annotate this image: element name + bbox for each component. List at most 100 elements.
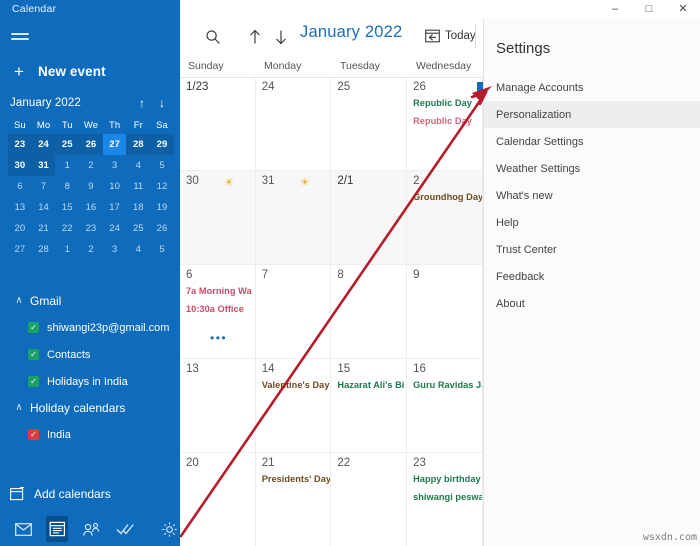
settings-item-weather-settings[interactable]: Weather Settings (484, 155, 700, 182)
mini-cal-day[interactable]: 25 (55, 134, 80, 155)
mini-cal-day[interactable]: 6 (8, 176, 32, 197)
arrow-up-icon[interactable]: ↑ (132, 97, 152, 109)
next-month-arrow-down-icon[interactable] (270, 24, 292, 50)
mini-cal-day[interactable]: 31 (31, 155, 56, 176)
mini-cal-day[interactable]: 26 (79, 134, 103, 155)
day-cell[interactable]: 21 Presidents' Day (256, 453, 332, 546)
search-icon[interactable] (200, 24, 226, 50)
mini-cal-day[interactable]: 19 (150, 197, 174, 218)
mini-cal-day[interactable]: 11 (126, 176, 150, 197)
calendar-event[interactable]: Republic Day (413, 116, 472, 126)
arrow-down-icon[interactable]: ↓ (152, 97, 172, 109)
settings-item-calendar-settings[interactable]: Calendar Settings (484, 128, 700, 155)
day-cell[interactable]: 31 ☀ (255, 171, 332, 265)
people-icon[interactable] (80, 516, 102, 542)
calendar-event[interactable]: Happy birthday (413, 474, 481, 484)
day-cell[interactable]: 24 (255, 77, 332, 171)
mini-cal-day[interactable]: 4 (126, 155, 150, 176)
calendar-event[interactable]: Republic Day (413, 98, 472, 108)
calendar-list-item[interactable]: ✓ India (0, 421, 180, 448)
mini-cal-day[interactable]: 2 (79, 155, 103, 176)
maximize-button[interactable]: □ (632, 0, 666, 18)
day-cell[interactable]: 14 Valentine's Day (255, 359, 332, 453)
calendar-event[interactable]: Presidents' Day (262, 474, 331, 484)
day-cell[interactable]: 15 Hazarat Ali's Bi (331, 359, 408, 453)
mini-cal-day[interactable]: 5 (150, 155, 174, 176)
today-button[interactable]: Today (425, 24, 476, 48)
calendar-icon[interactable] (46, 516, 68, 542)
settings-item-about[interactable]: About (484, 290, 700, 317)
calendar-event[interactable]: Guru Ravidas Ja (413, 380, 482, 390)
calendar-group-gmail[interactable]: ∧ Gmail (0, 288, 180, 314)
mini-cal-day[interactable]: 4 (126, 239, 150, 260)
day-cell[interactable]: 9 (407, 265, 483, 359)
calendar-event[interactable]: Valentine's Day (262, 380, 330, 390)
mini-cal-day[interactable]: 24 (103, 218, 127, 239)
mini-cal-day[interactable]: 23 (79, 218, 103, 239)
new-event-button[interactable]: + New event (10, 58, 170, 84)
mini-cal-day[interactable]: 9 (79, 176, 103, 197)
day-cell[interactable]: 2/1 (331, 171, 408, 265)
mini-cal-day[interactable]: 7 (32, 176, 56, 197)
calendar-event[interactable]: shiwangi peswa (413, 492, 482, 502)
mini-cal-day[interactable]: 17 (103, 197, 127, 218)
mini-cal-day[interactable]: 3 (103, 155, 127, 176)
settings-item-personalization[interactable]: Personalization (484, 101, 700, 128)
day-cell[interactable]: 22 (331, 453, 408, 546)
mini-cal-day[interactable]: 1 (55, 155, 79, 176)
mini-cal-day[interactable]: 8 (55, 176, 79, 197)
day-cell[interactable]: 8 (331, 265, 408, 359)
settings-item-trust-center[interactable]: Trust Center (484, 236, 700, 263)
calendar-list-item[interactable]: ✓ Contacts (0, 341, 180, 368)
checkbox-checked-icon[interactable]: ✓ (28, 322, 39, 333)
calendar-event[interactable]: 7a Morning Wa (186, 286, 252, 296)
minimize-button[interactable]: – (598, 0, 632, 18)
day-cell[interactable]: 20 (180, 453, 256, 546)
checkbox-checked-icon[interactable]: ✓ (28, 349, 39, 360)
mini-calendar-title[interactable]: January 2022 (10, 97, 132, 109)
mini-cal-day[interactable]: 21 (32, 218, 56, 239)
mail-icon[interactable] (12, 516, 34, 542)
more-events-icon[interactable]: ••• (210, 332, 227, 344)
mini-cal-day[interactable]: 22 (55, 218, 79, 239)
settings-item-help[interactable]: Help (484, 209, 700, 236)
mini-cal-day[interactable]: 23 (8, 134, 32, 155)
hamburger-menu-icon[interactable] (8, 26, 34, 48)
calendar-group-holiday-calendars[interactable]: ∧ Holiday calendars (0, 395, 180, 421)
close-button[interactable]: ✕ (666, 0, 700, 18)
day-cell[interactable]: 6 7a Morning Wa 10:30a Office ••• (180, 265, 256, 359)
mini-cal-day[interactable]: 5 (150, 239, 174, 260)
mini-cal-day[interactable]: 3 (103, 239, 127, 260)
mini-cal-day[interactable]: 10 (103, 176, 127, 197)
mini-cal-day[interactable]: 12 (150, 176, 174, 197)
checkbox-checked-icon[interactable]: ✓ (28, 429, 39, 440)
day-cell[interactable]: 2 Groundhog Day (407, 171, 483, 265)
todo-icon[interactable] (114, 516, 136, 542)
mini-cal-day[interactable]: 20 (8, 218, 32, 239)
calendar-list-item[interactable]: ✓ shiwangi23p@gmail.com (0, 314, 180, 341)
mini-cal-day[interactable]: 13 (8, 197, 32, 218)
mini-cal-day[interactable]: 26 (150, 218, 174, 239)
mini-cal-day[interactable]: 30 (8, 155, 32, 176)
day-cell[interactable]: 7 (255, 265, 332, 359)
mini-cal-day[interactable]: 16 (79, 197, 103, 218)
day-cell[interactable]: 23 Happy birthday shiwangi peswa (407, 453, 483, 546)
mini-cal-day[interactable]: 1 (55, 239, 79, 260)
calendar-event[interactable]: Groundhog Day (413, 192, 482, 202)
mini-cal-day[interactable]: 28 (32, 239, 56, 260)
settings-gear-icon[interactable] (158, 516, 180, 542)
mini-cal-day[interactable]: 2 (79, 239, 103, 260)
day-cell[interactable]: 30 ☀ (180, 171, 256, 265)
mini-cal-day[interactable]: 15 (55, 197, 79, 218)
mini-cal-day[interactable]: 18 (126, 197, 150, 218)
day-cell[interactable]: 16 Guru Ravidas Ja (407, 359, 483, 453)
mini-cal-day[interactable]: 29 (150, 134, 174, 155)
day-cell[interactable]: 1/23 (180, 77, 256, 171)
settings-item-what-s-new[interactable]: What's new (484, 182, 700, 209)
add-calendars-button[interactable]: Add calendars (10, 487, 111, 501)
mini-cal-day[interactable]: 25 (126, 218, 150, 239)
settings-item-manage-accounts[interactable]: Manage Accounts (484, 74, 700, 101)
calendar-list-item[interactable]: ✓ Holidays in India (0, 368, 180, 395)
current-month-label[interactable]: January 2022 (300, 23, 402, 42)
checkbox-checked-icon[interactable]: ✓ (28, 376, 39, 387)
